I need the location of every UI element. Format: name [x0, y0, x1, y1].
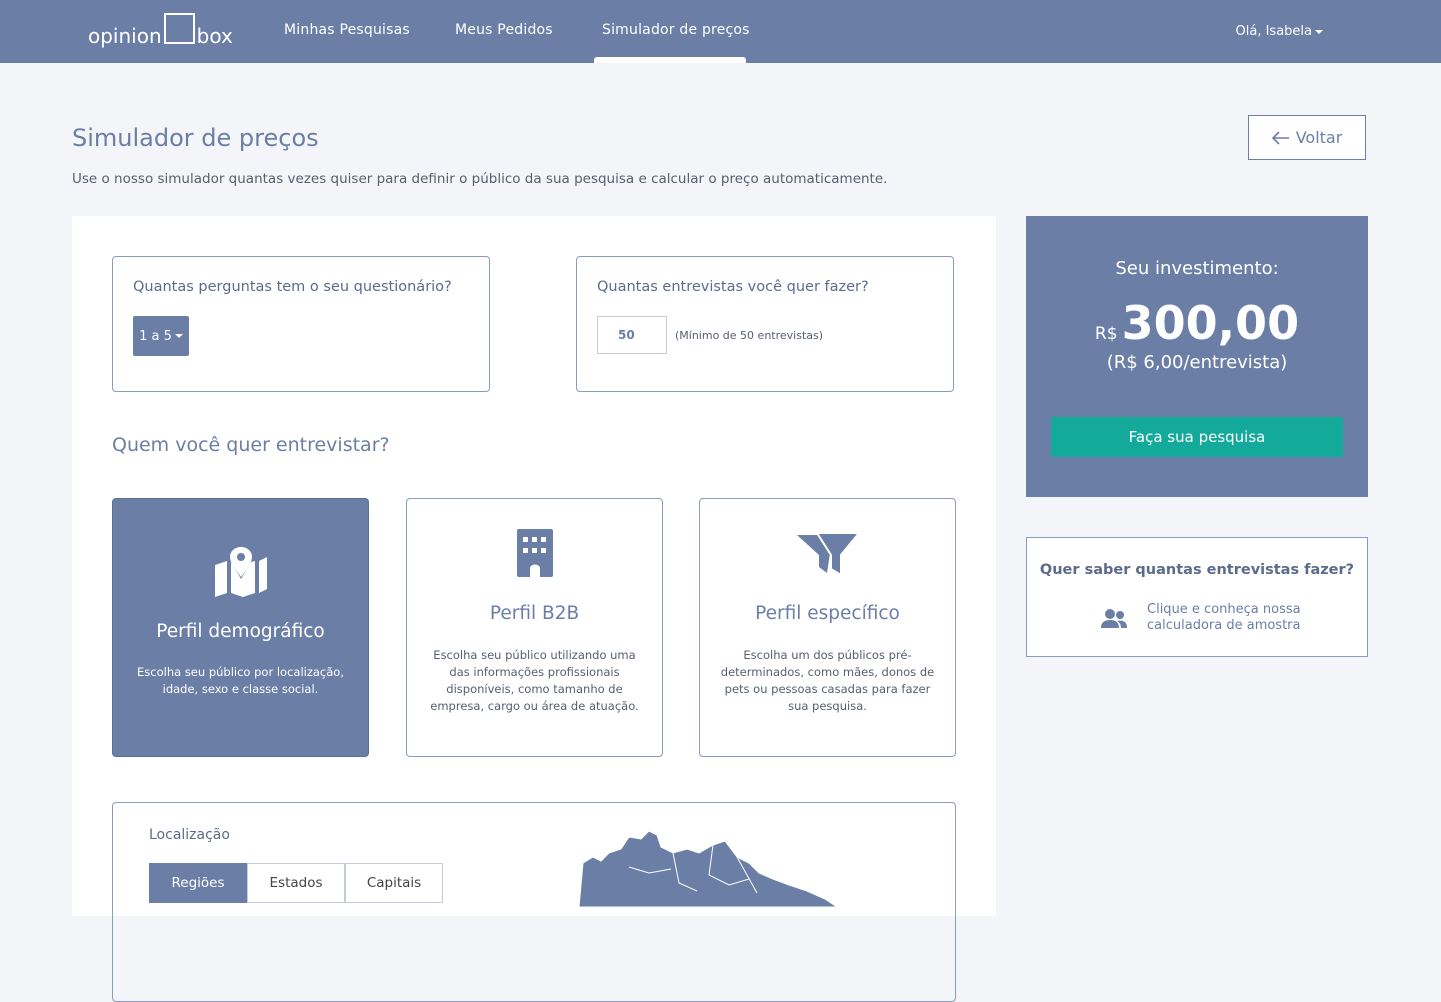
tab-capitais[interactable]: Capitais: [345, 863, 443, 903]
location-label: Localização: [149, 827, 230, 843]
logo-text-right: box: [196, 24, 233, 48]
section-title-who: Quem você quer entrevistar?: [112, 434, 390, 456]
profile-description: Escolha seu público por localização, ida…: [137, 665, 344, 696]
opinionbox-logo[interactable]: opinion box: [88, 12, 233, 48]
sample-calculator-card: Quer saber quantas entrevistas fazer? Cl…: [1026, 537, 1368, 657]
investment-card: Seu investimento: R$300,00 (R$ 6,00/entr…: [1026, 216, 1368, 497]
logo-box-icon: [163, 13, 195, 44]
profile-card-especifico[interactable]: Perfil específico Escolha um dos público…: [699, 498, 956, 757]
profile-description: Escolha um dos públicos pré-determinados…: [720, 648, 935, 713]
users-icon: [1101, 609, 1127, 628]
map-pin-icon: [214, 547, 267, 597]
calculator-title: Quer saber quantas entrevistas fazer?: [1039, 562, 1355, 578]
arrow-left-icon: [1271, 130, 1289, 145]
interviews-label: Quantas entrevistas você quer fazer?: [597, 279, 869, 295]
filter-icon: [796, 533, 859, 577]
caret-down-icon: [1315, 29, 1323, 34]
questions-select-value: 1 a 5: [139, 328, 172, 344]
calculator-link[interactable]: Clique e conheça nossa calculadora de am…: [1147, 602, 1317, 634]
back-button-label: Voltar: [1295, 128, 1343, 147]
logo-text-left: opinion: [88, 24, 162, 48]
investment-amount: 300,00: [1121, 296, 1300, 350]
investment-price: R$300,00: [1026, 296, 1368, 350]
back-button[interactable]: Voltar: [1248, 115, 1366, 160]
caret-down-icon: [174, 334, 183, 338]
tab-regioes[interactable]: Regiões: [149, 863, 247, 903]
profile-description: Escolha seu público utilizando uma das i…: [430, 648, 639, 713]
profile-title: Perfil específico: [755, 603, 900, 624]
interviews-box: Quantas entrevistas você quer fazer? (Mí…: [576, 256, 954, 392]
user-greeting: Olá, Isabela: [1235, 24, 1312, 39]
brazil-map[interactable]: [579, 827, 839, 907]
page-title: Simulador de preços: [72, 124, 319, 152]
top-navbar: opinion box Minhas Pesquisas Meus Pedido…: [0, 0, 1441, 63]
nav-simulador-precos[interactable]: Simulador de preços: [602, 22, 750, 38]
profile-title: Perfil B2B: [489, 603, 580, 624]
page-subtitle: Use o nosso simulador quantas vezes quis…: [72, 171, 888, 187]
investment-title: Seu investimento:: [1115, 258, 1279, 279]
building-icon: [516, 529, 553, 577]
tab-estados[interactable]: Estados: [247, 863, 345, 903]
investment-currency: R$: [1094, 324, 1118, 344]
nav-minhas-pesquisas[interactable]: Minhas Pesquisas: [284, 22, 410, 38]
start-survey-button[interactable]: Faça sua pesquisa: [1051, 417, 1343, 457]
questions-box: Quantas perguntas tem o seu questionário…: [112, 256, 490, 392]
location-box: Localização Regiões Estados Capitais: [112, 802, 956, 1002]
location-tabs: Regiões Estados Capitais: [149, 863, 443, 903]
interviews-hint: (Mínimo de 50 entrevistas): [675, 329, 824, 342]
user-menu[interactable]: Olá, Isabela: [1236, 24, 1323, 39]
questions-label: Quantas perguntas tem o seu questionário…: [133, 279, 452, 295]
profile-title: Perfil demográfico: [156, 621, 325, 642]
nav-meus-pedidos[interactable]: Meus Pedidos: [455, 22, 553, 38]
nav-active-indicator: [594, 57, 746, 63]
profile-card-b2b[interactable]: Perfil B2B Escolha seu público utilizand…: [406, 498, 663, 757]
investment-per-interview: (R$ 6,00/entrevista): [1106, 352, 1288, 373]
questions-select[interactable]: 1 a 5: [133, 316, 189, 356]
simulator-card: Quantas perguntas tem o seu questionário…: [72, 216, 996, 1002]
interviews-input[interactable]: [597, 316, 667, 354]
profile-card-demografico[interactable]: Perfil demográfico Escolha seu público p…: [112, 498, 369, 757]
